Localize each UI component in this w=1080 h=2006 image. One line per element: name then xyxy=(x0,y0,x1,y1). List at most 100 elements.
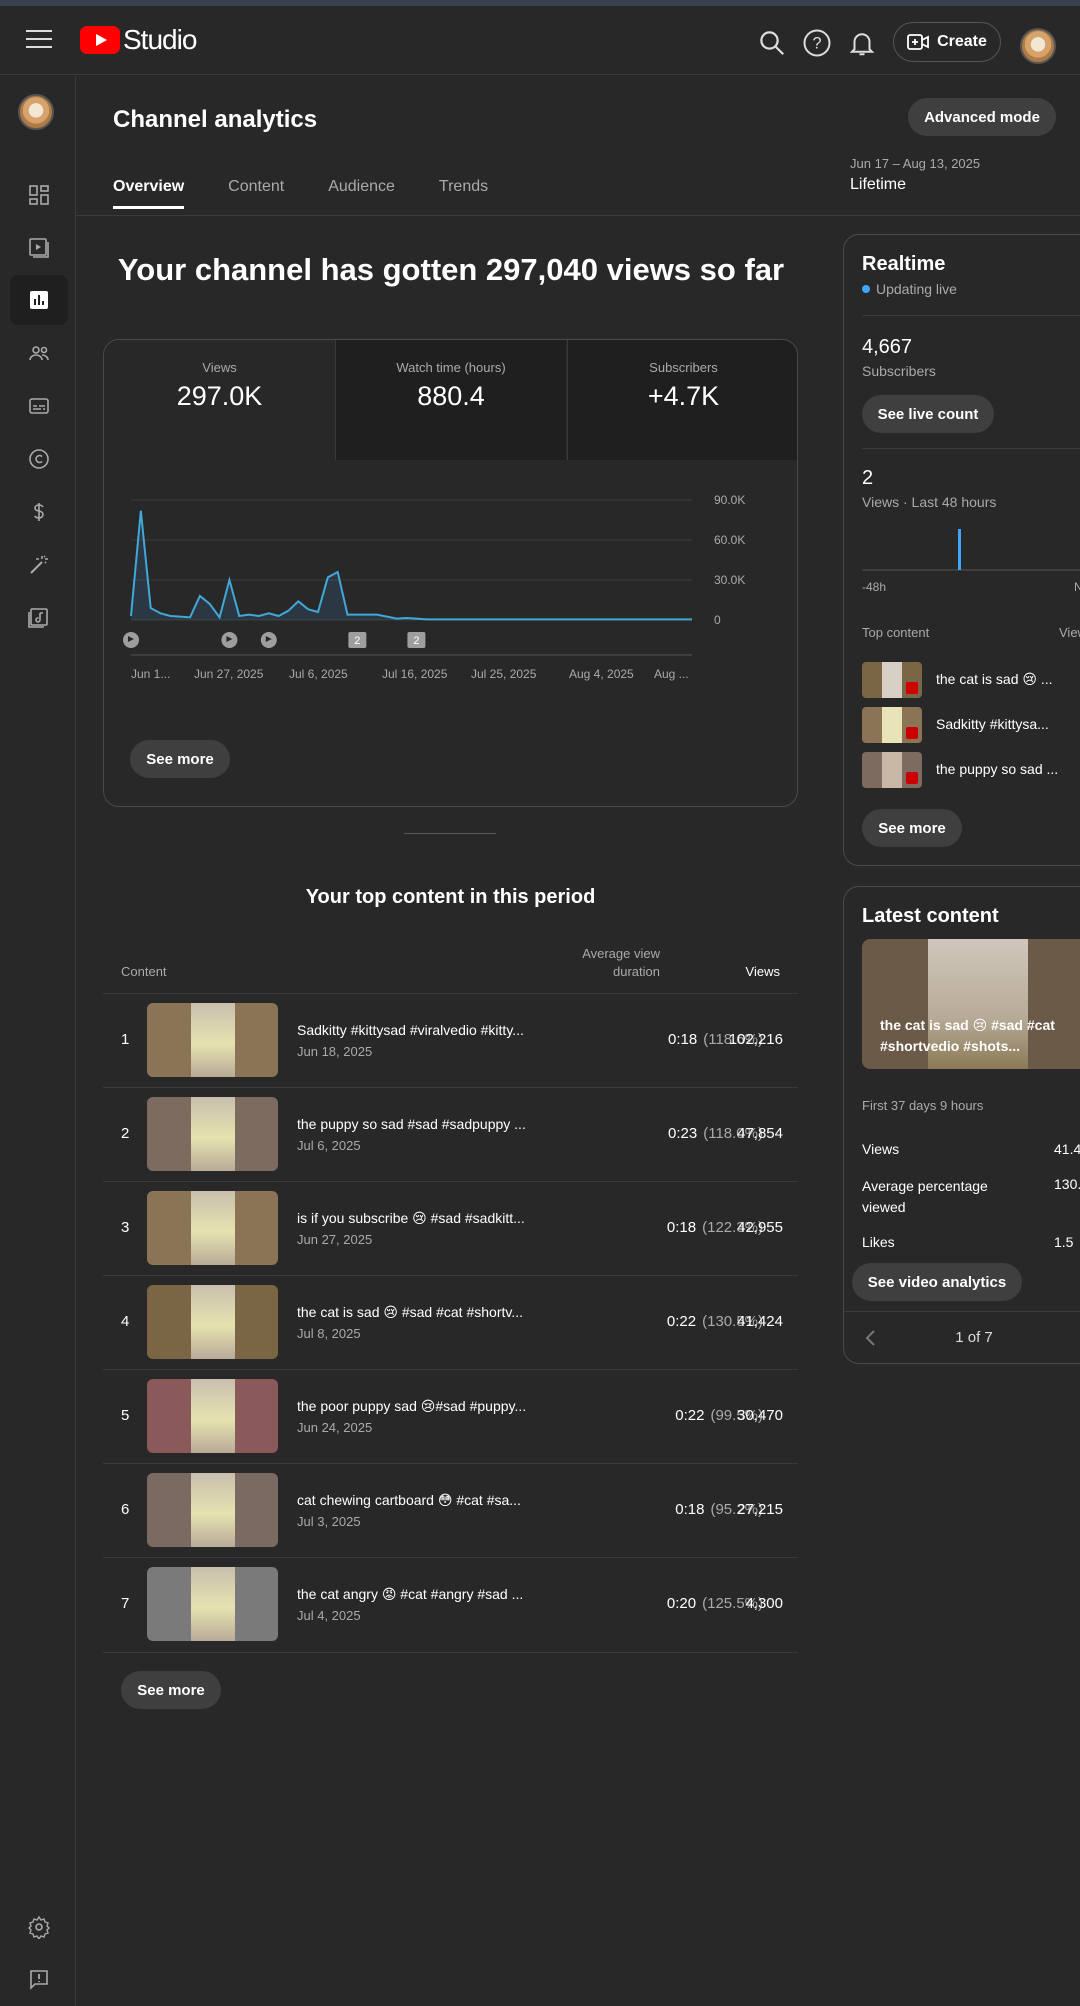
video-thumbnail[interactable] xyxy=(147,1003,278,1077)
community-icon xyxy=(29,346,49,361)
metric-views-tab[interactable]: Views 297.0K xyxy=(104,340,335,460)
realtime-top-item[interactable]: the cat is sad 😢 ... xyxy=(862,662,1080,698)
help-icon[interactable]: ? xyxy=(802,28,832,58)
account-avatar[interactable] xyxy=(1020,28,1056,64)
see-video-analytics-button[interactable]: See video analytics xyxy=(852,1263,1022,1301)
thumbnail-frame xyxy=(191,1567,235,1641)
column-header-avd: Average view duration xyxy=(582,946,660,979)
copyright-icon xyxy=(29,449,49,469)
video-title[interactable]: the cat is sad 😢 #sad #cat #shortv... xyxy=(297,1304,537,1321)
video-title[interactable]: cat chewing cartboard 😳 #cat #sa... xyxy=(297,1492,537,1509)
video-title[interactable]: the cat angry 😡 #cat #angry #sad ... xyxy=(297,1586,537,1603)
sidebar-item-audio-library[interactable] xyxy=(10,593,68,643)
youtube-logo-icon xyxy=(80,26,120,54)
metric-label: Views xyxy=(202,360,237,375)
metric-value: 297.0K xyxy=(176,381,263,411)
top-app-bar: Studio ? Create xyxy=(0,6,1080,75)
studio-logo[interactable]: Studio xyxy=(80,24,197,56)
chart-see-more-button[interactable]: See more xyxy=(130,740,230,778)
video-title[interactable]: Sadkitty #kittysad #viralvedio #kitty... xyxy=(297,1022,537,1038)
metric-subscribers-tab[interactable]: Subscribers +4.7K xyxy=(567,340,797,460)
create-button[interactable]: Create xyxy=(893,22,1001,62)
latest-content-title: Latest content xyxy=(862,905,999,927)
sidebar-item-dashboard[interactable] xyxy=(10,170,68,220)
row-rank: 3 xyxy=(121,1219,130,1236)
column-header-views: Views xyxy=(745,964,780,979)
row-rank: 2 xyxy=(121,1125,130,1142)
notifications-bell-icon[interactable] xyxy=(847,28,877,58)
see-live-count-button[interactable]: See live count xyxy=(862,395,994,433)
table-row[interactable]: 4 the cat is sad 😢 #sad #cat #shortv... Ju… xyxy=(103,1275,798,1369)
y-tick-label: 0 xyxy=(714,613,721,627)
search-icon[interactable] xyxy=(757,28,787,58)
views-line-chart[interactable]: 0 30.0K 60.0K 90.0K 2 2 Jun 1... Jun 27, 2025 Ju… xyxy=(104,460,798,700)
video-title[interactable]: the poor puppy sad 😢#sad #puppy... xyxy=(297,1398,537,1415)
sidebar-item-subtitles[interactable] xyxy=(10,381,68,431)
table-row[interactable]: 1 Sadkitty #kittysad #viralvedio #kitty..… xyxy=(103,993,798,1087)
analytics-tabs: Overview Content Audience Trends xyxy=(113,178,488,209)
row-rank: 7 xyxy=(121,1595,130,1612)
menu-icon[interactable] xyxy=(26,30,52,50)
video-date: Jul 3, 2025 xyxy=(297,1514,361,1529)
tab-content[interactable]: Content xyxy=(228,178,284,196)
realtime-top-item[interactable]: Sadkitty #kittysa... xyxy=(862,707,1080,743)
sidebar-item-analytics[interactable] xyxy=(10,275,68,325)
axis-label-end: No xyxy=(1074,580,1080,594)
video-thumbnail[interactable] xyxy=(147,1379,278,1453)
table-row[interactable]: 6 cat chewing cartboard 😳 #cat #sa... Jul … xyxy=(103,1463,798,1557)
realtime-see-more-button[interactable]: See more xyxy=(862,809,962,847)
video-thumbnail[interactable] xyxy=(147,1097,278,1171)
series-area xyxy=(131,510,692,620)
divider xyxy=(862,315,1080,316)
latest-video-thumbnail[interactable]: the cat is sad 😢 #sad #cat #shortvedio #… xyxy=(862,939,1080,1069)
latest-stat-value: 130.5 xyxy=(1054,1176,1080,1192)
date-range-label[interactable]: Lifetime xyxy=(850,176,906,194)
table-row[interactable]: 7 the cat angry 😡 #cat #angry #sad ... Jul… xyxy=(103,1557,798,1651)
video-title[interactable]: is if you subscribe 😢 #sad #sadkitt... xyxy=(297,1210,537,1227)
video-title[interactable]: the puppy so sad #sad #sadpuppy ... xyxy=(297,1116,537,1132)
video-thumbnail[interactable] xyxy=(147,1473,278,1547)
channel-avatar[interactable] xyxy=(18,94,54,130)
shorts-badge-icon xyxy=(906,772,918,784)
video-date: Jun 24, 2025 xyxy=(297,1420,373,1435)
realtime-subscribers-label: Subscribers xyxy=(862,363,936,379)
y-tick-label: 60.0K xyxy=(714,533,745,547)
metric-watch-time-tab[interactable]: Watch time (hours) 880.4 xyxy=(335,340,566,460)
x-tick-label: Jun 27, 2025 xyxy=(194,667,264,681)
svg-text:?: ? xyxy=(812,35,821,53)
video-thumbnail[interactable] xyxy=(147,1567,278,1641)
sidebar-item-customization[interactable] xyxy=(10,540,68,590)
realtime-bar-chart[interactable] xyxy=(862,521,1080,571)
dollar-icon xyxy=(34,503,44,521)
tab-audience[interactable]: Audience xyxy=(328,178,395,196)
tab-overview[interactable]: Overview xyxy=(113,178,185,209)
latest-content-card: Latest content the cat is sad 😢 #sad #ca… xyxy=(843,886,1080,1364)
date-range-text[interactable]: Jun 17 – Aug 13, 2025 xyxy=(850,156,980,171)
sidebar-item-earn[interactable] xyxy=(10,487,68,537)
sidebar-item-settings[interactable] xyxy=(10,1902,68,1952)
video-thumbnail[interactable] xyxy=(147,1191,278,1265)
sidebar-item-feedback[interactable] xyxy=(10,1955,68,2005)
video-thumbnail xyxy=(862,707,922,743)
realtime-top-item[interactable]: the puppy so sad ... xyxy=(862,752,1080,788)
video-date: Jun 27, 2025 xyxy=(297,1232,373,1247)
advanced-mode-button[interactable]: Advanced mode xyxy=(908,98,1056,136)
video-title: Sadkitty #kittysa... xyxy=(936,716,1049,732)
video-thumbnail[interactable] xyxy=(147,1285,278,1359)
sidebar-item-content[interactable] xyxy=(10,222,68,272)
row-views: 30,470 xyxy=(737,1407,783,1424)
video-date: Jul 8, 2025 xyxy=(297,1326,361,1341)
top-content-see-more-button[interactable]: See more xyxy=(121,1671,221,1709)
latest-stat-label: Views xyxy=(862,1141,900,1157)
table-row[interactable]: 2 the puppy so sad #sad #sadpuppy ... Jul … xyxy=(103,1087,798,1181)
latest-stat-value: 41.4 xyxy=(1054,1141,1080,1157)
table-row[interactable]: 3 is if you subscribe 😢 #sad #sadkitt... J… xyxy=(103,1181,798,1275)
sidebar-item-copyright[interactable] xyxy=(10,434,68,484)
sidebar-item-community[interactable] xyxy=(10,328,68,378)
tab-trends[interactable]: Trends xyxy=(439,178,488,196)
avd-time: 0:22 xyxy=(666,1313,697,1330)
chevron-left-icon[interactable] xyxy=(864,1329,878,1347)
latest-period: First 37 days 9 hours xyxy=(862,1098,984,1113)
realtime-card: Realtime Updating live 4,667 Subscribers… xyxy=(843,234,1080,866)
table-row[interactable]: 5 the poor puppy sad 😢#sad #puppy... Jun 2… xyxy=(103,1369,798,1463)
